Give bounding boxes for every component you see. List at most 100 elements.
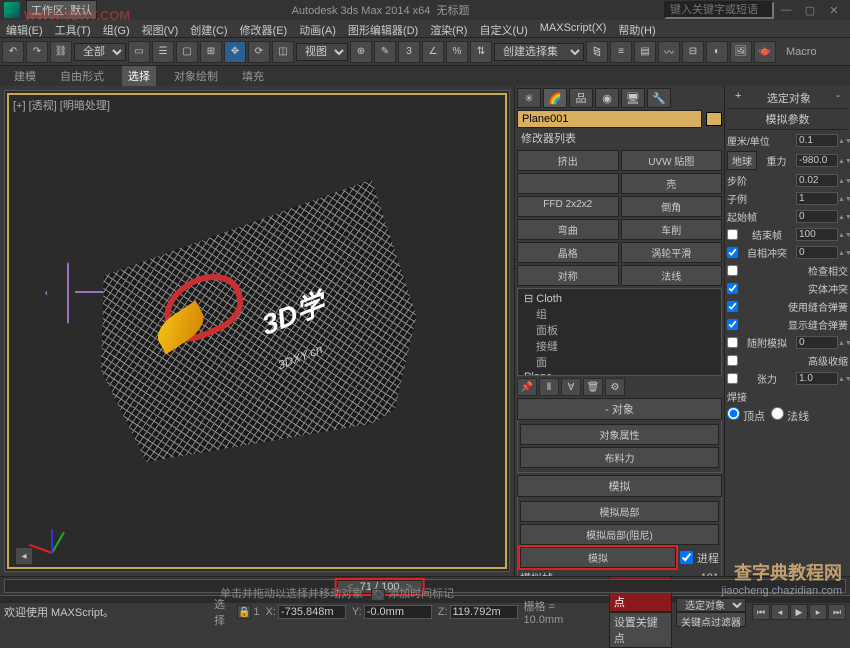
weld-normal-radio[interactable]: 法线 <box>771 407 809 424</box>
thickness-spinner[interactable] <box>796 134 838 147</box>
menu-help[interactable]: 帮助(H) <box>612 20 661 37</box>
named-selection-sets[interactable]: 创建选择集 <box>494 43 584 61</box>
sim-params-header[interactable]: 模拟参数 <box>727 109 848 130</box>
use-sewing-checkbox[interactable] <box>727 301 738 312</box>
setkey-button[interactable]: 设置关键点 <box>609 612 672 648</box>
menu-animation[interactable]: 动画(A) <box>293 20 342 37</box>
make-unique-icon[interactable]: ∀ <box>561 378 581 396</box>
modify-tab-icon[interactable]: 🌈 <box>543 88 567 108</box>
pin-stack-icon[interactable]: 📌 <box>517 378 537 396</box>
weld-vertex-radio[interactable]: 顶点 <box>727 407 765 424</box>
render-button[interactable]: 🫖 <box>754 41 776 63</box>
tab-object-paint[interactable]: 对象绘制 <box>168 66 224 86</box>
link-button[interactable]: ⛓ <box>50 41 72 63</box>
minimize-button[interactable]: — <box>774 4 798 16</box>
mod-lathe[interactable]: 车削 <box>621 219 723 240</box>
tab-selection[interactable]: 选择 <box>122 66 156 86</box>
perspective-viewport[interactable]: [+] [透视] [明暗处理] 3D学 3DXY.cn ◂ <box>4 90 510 572</box>
stack-sub-group[interactable]: 组 <box>520 306 719 322</box>
hierarchy-tab-icon[interactable]: 品 <box>569 88 593 108</box>
move-button[interactable]: ✥ <box>224 41 246 63</box>
gravity-spinner[interactable] <box>796 154 838 167</box>
rollout-simulation[interactable]: 模拟 <box>517 475 722 497</box>
mod-lattice[interactable]: 晶格 <box>517 242 619 263</box>
prev-frame-button[interactable]: ◂ <box>771 604 789 620</box>
select-button[interactable]: ▭ <box>128 41 150 63</box>
close-button[interactable]: ✕ <box>822 4 846 17</box>
tab-populate[interactable]: 填充 <box>236 66 270 86</box>
tab-freeform[interactable]: 自由形式 <box>54 66 110 86</box>
layers-button[interactable]: ▤ <box>634 41 656 63</box>
render-setup-button[interactable]: 🖼 <box>730 41 752 63</box>
adv-shrink-checkbox[interactable] <box>727 355 738 366</box>
selfcollision-checkbox[interactable] <box>727 247 738 258</box>
stack-sub-seam[interactable]: 接缝 <box>520 338 719 354</box>
prev-key-button[interactable]: ◂ <box>15 547 33 565</box>
rotate-button[interactable]: ⟳ <box>248 41 270 63</box>
pivot-button[interactable]: ⊕ <box>350 41 372 63</box>
end-frame-checkbox[interactable] <box>727 229 738 240</box>
ref-coord-system[interactable]: 视图 <box>296 43 348 61</box>
sim-local-button[interactable]: 模拟局部 <box>520 501 719 522</box>
mod-symmetry[interactable]: 对称 <box>517 265 619 286</box>
mod-blank[interactable] <box>517 173 619 194</box>
mod-bevel[interactable]: 倒角 <box>621 196 723 217</box>
earth-button[interactable]: 地球 <box>727 151 757 170</box>
mod-turbosmooth[interactable]: 涡轮平滑 <box>621 242 723 263</box>
cloth-forces-button[interactable]: 布料力 <box>520 447 719 468</box>
redo-button[interactable]: ↷ <box>26 41 48 63</box>
create-tab-icon[interactable]: ✳ <box>517 88 541 108</box>
mod-extrude[interactable]: 挤出 <box>517 150 619 171</box>
rollout-object[interactable]: - 对象 <box>517 398 722 420</box>
undo-button[interactable]: ↶ <box>2 41 24 63</box>
object-props-button[interactable]: 对象属性 <box>520 424 719 445</box>
mirror-button[interactable]: ⧎ <box>586 41 608 63</box>
simulate-button[interactable]: 模拟 <box>520 547 676 568</box>
stack-sub-face[interactable]: 面 <box>520 354 719 370</box>
rect-select-button[interactable]: ▢ <box>176 41 198 63</box>
tension-checkbox[interactable] <box>727 373 738 384</box>
lock-selection-icon[interactable]: 🔒 <box>237 605 251 619</box>
menu-views[interactable]: 视图(V) <box>136 20 185 37</box>
stack-cloth[interactable]: ⊟ Cloth <box>520 291 719 306</box>
z-coord-field[interactable] <box>450 605 518 619</box>
key-filters-button[interactable]: 关键点过滤器 <box>676 612 746 627</box>
configure-sets-icon[interactable]: ⚙ <box>605 378 625 396</box>
menu-group[interactable]: 组(G) <box>97 20 136 37</box>
next-frame-button[interactable]: ▸ <box>809 604 827 620</box>
time-tag-icon[interactable]: 🏷 <box>371 589 385 601</box>
display-tab-icon[interactable]: 🖥 <box>621 88 645 108</box>
utilities-tab-icon[interactable]: 🔧 <box>647 88 671 108</box>
solid-collision-checkbox[interactable] <box>727 283 738 294</box>
motion-tab-icon[interactable]: ◉ <box>595 88 619 108</box>
step-spinner[interactable] <box>796 174 838 187</box>
sim-local-damped-button[interactable]: 模拟局部(阻尼) <box>520 524 719 545</box>
object-color-swatch[interactable] <box>706 112 722 126</box>
menu-render[interactable]: 渲染(R) <box>424 20 473 37</box>
start-frame-spinner[interactable] <box>796 210 838 223</box>
object-name-field[interactable]: Plane001 <box>517 110 702 128</box>
select-name-button[interactable]: ☰ <box>152 41 174 63</box>
scale-button[interactable]: ◫ <box>272 41 294 63</box>
stack-sub-panel[interactable]: 面板 <box>520 322 719 338</box>
selected-object-header[interactable]: +选定对象- <box>727 88 848 109</box>
workspace-selector[interactable]: 工作区: 默认 <box>26 0 97 20</box>
mod-ffd[interactable]: FFD 2x2x2 <box>517 196 619 217</box>
sim-on-render-checkbox[interactable] <box>727 337 738 348</box>
check-intersect-checkbox[interactable] <box>727 265 738 276</box>
mod-shell[interactable]: 壳 <box>621 173 723 194</box>
menu-graph[interactable]: 图形编辑器(D) <box>342 20 424 37</box>
menu-create[interactable]: 创建(C) <box>184 20 233 37</box>
schematic-button[interactable]: ⊟ <box>682 41 704 63</box>
show-end-icon[interactable]: Ⅱ <box>539 378 559 396</box>
spinner-snap-button[interactable]: ⇅ <box>470 41 492 63</box>
cloth-flag-object[interactable]: 3D学 3DXY.cn <box>84 173 430 489</box>
menu-tools[interactable]: 工具(T) <box>49 20 97 37</box>
window-crossing-button[interactable]: ⊞ <box>200 41 222 63</box>
tab-modeling[interactable]: 建模 <box>8 66 42 86</box>
menu-edit[interactable]: 编辑(E) <box>0 20 49 37</box>
angle-snap-button[interactable]: ∠ <box>422 41 444 63</box>
help-search-input[interactable] <box>664 1 774 19</box>
menu-modifiers[interactable]: 修改器(E) <box>234 20 294 37</box>
tension-spinner[interactable] <box>796 372 838 385</box>
